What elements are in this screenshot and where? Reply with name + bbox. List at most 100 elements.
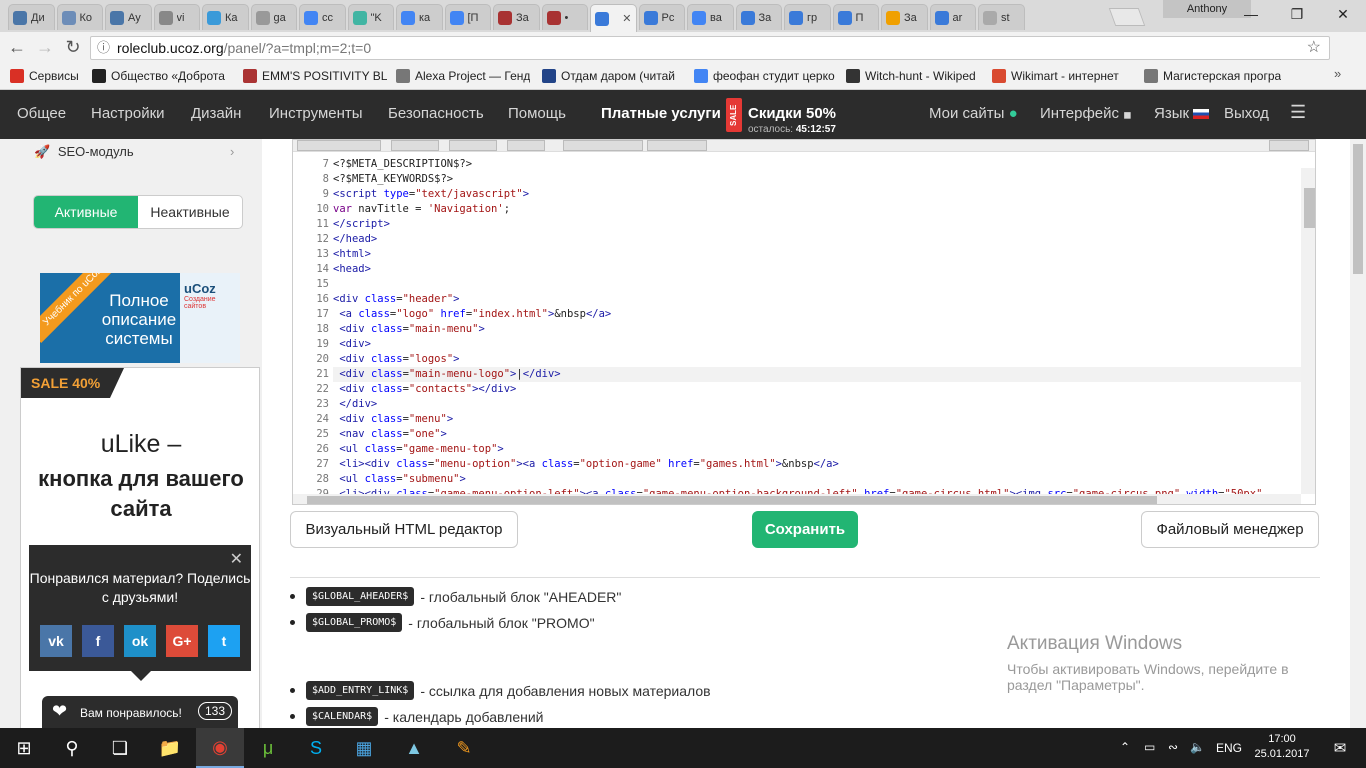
nav-logout[interactable]: Выход bbox=[1224, 105, 1269, 122]
browser-tab[interactable]: Ау bbox=[105, 4, 152, 30]
browser-tab[interactable]: ва bbox=[687, 4, 734, 30]
browser-tab[interactable]: cc bbox=[299, 4, 346, 30]
code-line[interactable]: <div class="contacts"></div> bbox=[333, 382, 1301, 397]
close-icon[interactable]: ✕ bbox=[230, 549, 243, 569]
notes-icon[interactable]: ▦ bbox=[340, 728, 388, 768]
toggle-active[interactable]: Активные bbox=[34, 196, 138, 228]
info-icon[interactable]: ⓘ bbox=[97, 37, 110, 59]
browser-tab[interactable]: За bbox=[881, 4, 928, 30]
nav-general[interactable]: Общее bbox=[17, 105, 66, 122]
browser-tab[interactable]: П bbox=[832, 4, 879, 30]
wifi-icon[interactable]: ∾ bbox=[1168, 740, 1178, 754]
back-icon[interactable]: ← bbox=[6, 36, 28, 58]
reload-icon[interactable]: ↻ bbox=[62, 36, 84, 58]
nav-security[interactable]: Безопасность bbox=[388, 105, 484, 122]
browser-tab[interactable]: [П bbox=[444, 4, 491, 30]
code-line[interactable]: <nav class="one"> bbox=[333, 427, 1301, 442]
scroll-thumb[interactable] bbox=[1304, 188, 1315, 228]
notifications-icon[interactable]: ✉ bbox=[1316, 728, 1364, 768]
browser-tab[interactable]: • bbox=[541, 4, 588, 30]
code-line[interactable]: <?$META_DESCRIPTION$?> bbox=[333, 157, 1301, 172]
forward-icon[interactable]: → bbox=[34, 36, 56, 58]
file-manager-button[interactable]: Файловый менеджер bbox=[1141, 511, 1319, 548]
bookmark-item[interactable]: феофан студит церко bbox=[694, 68, 835, 84]
browser-tab[interactable]: st bbox=[978, 4, 1025, 30]
browser-tab[interactable]: Рс bbox=[638, 4, 685, 30]
nav-tools[interactable]: Инструменты bbox=[269, 105, 363, 122]
facebook-share-button[interactable]: f bbox=[82, 625, 114, 657]
save-button[interactable]: Сохранить bbox=[752, 511, 858, 548]
code-line[interactable]: <div class="main-menu"> bbox=[333, 322, 1301, 337]
variable-code[interactable]: $GLOBAL_AHEADER$ bbox=[306, 587, 415, 606]
bookmark-item[interactable]: EMM'S POSITIVITY BL bbox=[243, 68, 387, 84]
volume-icon[interactable]: 🔈 bbox=[1190, 740, 1205, 754]
visual-editor-button[interactable]: Визуальный HTML редактор bbox=[290, 511, 518, 548]
close-tab-icon[interactable]: ✕ bbox=[622, 12, 631, 25]
code-line[interactable]: <html> bbox=[333, 247, 1301, 262]
chrome-icon[interactable]: ◉ bbox=[196, 728, 244, 768]
app-icon[interactable]: ▲ bbox=[390, 728, 438, 768]
bookmark-item[interactable]: Магистерская програ bbox=[1144, 68, 1281, 84]
browser-tab[interactable]: ✕ bbox=[590, 4, 637, 32]
nav-help[interactable]: Помощь bbox=[508, 105, 566, 122]
code-line[interactable]: <a class="logo" href="index.html">&nbsp<… bbox=[333, 307, 1301, 322]
googleplus-share-button[interactable]: G+ bbox=[166, 625, 198, 657]
nav-design[interactable]: Дизайн bbox=[191, 105, 241, 122]
code-line[interactable]: <ul class="submenu"> bbox=[333, 472, 1301, 487]
hamburger-icon[interactable]: ☰ bbox=[1290, 102, 1306, 123]
bookmark-item[interactable]: Общество «Доброта bbox=[92, 68, 225, 84]
ucoz-banner[interactable]: Учебник по uCoz Полное описание системы … bbox=[40, 273, 240, 363]
network-icon[interactable]: ▭ bbox=[1144, 740, 1155, 754]
utorrent-icon[interactable]: μ bbox=[244, 728, 292, 768]
nav-interface[interactable]: Интерфейс ◼ bbox=[1040, 105, 1132, 122]
page-scrollbar[interactable] bbox=[1350, 139, 1366, 728]
nav-my-sites[interactable]: Мои сайты ● bbox=[929, 105, 1018, 122]
paint-icon[interactable]: ✎ bbox=[440, 728, 488, 768]
browser-tab[interactable]: vi bbox=[153, 4, 200, 30]
editor-horizontal-scrollbar[interactable] bbox=[293, 494, 1301, 504]
browser-tab[interactable]: За bbox=[493, 4, 540, 30]
twitter-share-button[interactable]: t bbox=[208, 625, 240, 657]
browser-tab[interactable]: ar bbox=[929, 4, 976, 30]
minimize-button[interactable]: — bbox=[1228, 0, 1274, 28]
browser-tab[interactable]: гр bbox=[784, 4, 831, 30]
toolbar-button[interactable] bbox=[507, 140, 545, 151]
code-area[interactable]: <?$META_DESCRIPTION$?> <?$META_KEYWORDS$?… bbox=[333, 153, 1301, 500]
skype-icon[interactable]: S bbox=[292, 728, 340, 768]
language-indicator[interactable]: ENG bbox=[1216, 741, 1242, 755]
bookmark-item[interactable]: Сервисы bbox=[10, 68, 79, 84]
bookmark-item[interactable]: Alexa Project — Генд bbox=[396, 68, 530, 84]
browser-tab[interactable]: Ди bbox=[8, 4, 55, 30]
code-line[interactable]: </head> bbox=[333, 232, 1301, 247]
nav-language[interactable]: Язык bbox=[1154, 105, 1210, 122]
search-icon[interactable]: ⚲ bbox=[48, 728, 96, 768]
chevron-up-icon[interactable]: ⌃ bbox=[1120, 740, 1130, 754]
code-line[interactable]: <div class="header"> bbox=[333, 292, 1301, 307]
scroll-thumb[interactable] bbox=[1353, 144, 1363, 274]
code-line[interactable]: </script> bbox=[333, 217, 1301, 232]
browser-tab[interactable]: За bbox=[735, 4, 782, 30]
code-line[interactable]: <li><div class="menu-option"><a class="o… bbox=[333, 457, 1301, 472]
code-line[interactable]: <script type="text/javascript"> bbox=[333, 187, 1301, 202]
editor-vertical-scrollbar[interactable] bbox=[1301, 168, 1315, 494]
code-line[interactable]: <div class="main-menu-logo">|</div> bbox=[333, 367, 1301, 382]
close-window-button[interactable]: ✕ bbox=[1320, 0, 1366, 28]
bookmark-item[interactable]: Witch-hunt - Wikiped bbox=[846, 68, 976, 84]
bookmark-star-icon[interactable]: ☆ bbox=[1307, 37, 1321, 59]
browser-tab[interactable]: "K bbox=[347, 4, 394, 30]
code-line[interactable]: <head> bbox=[333, 262, 1301, 277]
toolbar-button[interactable] bbox=[563, 140, 643, 151]
discount-link[interactable]: Скидки 50% bbox=[748, 105, 836, 122]
variable-code[interactable]: $CALENDAR$ bbox=[306, 707, 379, 726]
vk-share-button[interactable]: vk bbox=[40, 625, 72, 657]
nav-paid-services[interactable]: Платные услуги bbox=[601, 105, 721, 122]
code-line[interactable]: <?$META_KEYWORDS$?> bbox=[333, 172, 1301, 187]
code-line[interactable]: <ul class="game-menu-top"> bbox=[333, 442, 1301, 457]
nav-settings[interactable]: Настройки bbox=[91, 105, 165, 122]
code-line[interactable]: var navTitle = 'Navigation'; bbox=[333, 202, 1301, 217]
toggle-inactive[interactable]: Неактивные bbox=[138, 196, 242, 228]
toolbar-button[interactable] bbox=[1269, 140, 1309, 151]
toolbar-button[interactable] bbox=[297, 140, 381, 151]
url-input[interactable]: ⓘ roleclub.ucoz.org/panel/?a=tmpl;m=2;t=… bbox=[90, 36, 1330, 60]
code-line[interactable]: <div class="menu"> bbox=[333, 412, 1301, 427]
